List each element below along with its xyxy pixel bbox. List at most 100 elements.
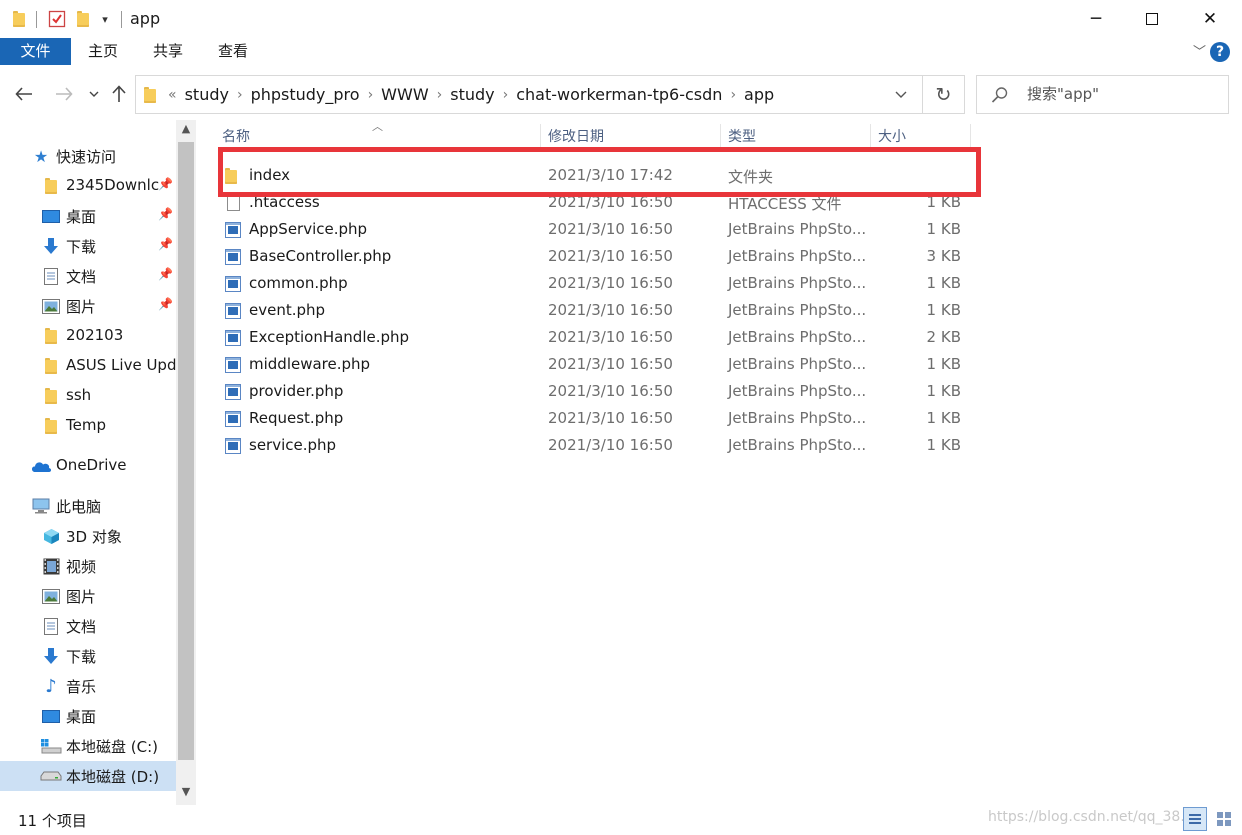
file-row[interactable]: common.php 2021/3/10 16:50 JetBrains Php… xyxy=(215,270,975,297)
file-row[interactable]: middleware.php 2021/3/10 16:50 JetBrains… xyxy=(215,351,975,378)
search-input[interactable] xyxy=(1025,84,1215,104)
maximize-button[interactable] xyxy=(1128,0,1176,38)
pin-icon[interactable]: 📌 xyxy=(158,177,173,191)
file-row[interactable]: ExceptionHandle.php 2021/3/10 16:50 JetB… xyxy=(215,324,975,351)
pin-icon[interactable]: 📌 xyxy=(158,207,173,221)
sidebar-item-temp[interactable]: Temp xyxy=(0,411,176,441)
pin-icon[interactable]: 📌 xyxy=(158,267,173,281)
scroll-down-arrow-icon[interactable]: ▼ xyxy=(176,785,196,803)
file-row[interactable]: AppService.php 2021/3/10 16:50 JetBrains… xyxy=(215,216,975,243)
file-name: Request.php xyxy=(249,409,344,427)
scrollbar-thumb[interactable] xyxy=(178,142,194,760)
search-icon xyxy=(991,87,1008,103)
sidebar-item-pc-documents[interactable]: 文档 xyxy=(0,611,176,641)
breadcrumb-item[interactable]: WWW xyxy=(377,85,432,104)
sidebar-item-2345downloads[interactable]: 2345Downlc 📌 xyxy=(0,171,176,201)
sidebar-item-onedrive[interactable]: OneDrive xyxy=(0,451,176,481)
sidebar-item-drive-c[interactable]: 本地磁盘 (C:) xyxy=(0,731,176,761)
title-bar: ▾ app ─ ✕ xyxy=(0,0,1242,38)
close-button[interactable]: ✕ xyxy=(1186,0,1234,38)
file-name: ExceptionHandle.php xyxy=(249,328,410,346)
php-file-icon xyxy=(225,276,241,292)
forward-arrow-icon[interactable] xyxy=(52,82,76,106)
sidebar-item-this-pc[interactable]: 此电脑 xyxy=(0,491,176,521)
scroll-up-arrow-icon[interactable]: ▲ xyxy=(176,122,196,140)
sidebar-item-label: 桌面 xyxy=(66,708,97,726)
breadcrumb-overflow[interactable]: « xyxy=(164,87,181,103)
file-name: event.php xyxy=(249,301,326,319)
tab-view[interactable]: 查看 xyxy=(208,38,258,65)
sidebar-item-ssh[interactable]: ssh xyxy=(0,381,176,411)
chevron-right-icon[interactable]: › xyxy=(726,87,740,103)
pin-icon[interactable]: 📌 xyxy=(158,297,173,311)
file-row[interactable]: provider.php 2021/3/10 16:50 JetBrains P… xyxy=(215,378,975,405)
file-name: middleware.php xyxy=(249,355,371,373)
chevron-right-icon[interactable]: › xyxy=(499,87,513,103)
download-icon xyxy=(42,647,60,664)
file-size: 1 KB xyxy=(926,382,961,400)
sidebar-item-documents[interactable]: 文档 📌 xyxy=(0,261,176,291)
file-row[interactable]: service.php 2021/3/10 16:50 JetBrains Ph… xyxy=(215,432,975,459)
sidebar-item-desktop[interactable]: 桌面 📌 xyxy=(0,201,176,231)
file-type: JetBrains PhpSto... xyxy=(728,301,867,319)
sidebar-item-pictures[interactable]: 图片 📌 xyxy=(0,291,176,321)
minimize-button[interactable]: ─ xyxy=(1072,0,1120,38)
chevron-right-icon[interactable]: › xyxy=(433,87,447,103)
chevron-right-icon[interactable]: › xyxy=(233,87,247,103)
sidebar-item-pc-desktop[interactable]: 桌面 xyxy=(0,701,176,731)
sidebar-item-3d-objects[interactable]: 3D 对象 xyxy=(0,521,176,551)
search-box[interactable] xyxy=(976,75,1229,114)
large-icons-view-icon[interactable] xyxy=(1212,807,1236,831)
breadcrumb-item[interactable]: study xyxy=(181,85,233,104)
minimize-icon: ─ xyxy=(1090,9,1102,29)
breadcrumb-item[interactable]: chat-workerman-tp6-csdn xyxy=(512,85,726,104)
file-name: provider.php xyxy=(249,382,344,400)
help-icon[interactable]: ? xyxy=(1210,42,1230,62)
file-size: 1 KB xyxy=(926,274,961,292)
sidebar-item-music[interactable]: ♪ 音乐 xyxy=(0,671,176,701)
file-size: 1 KB xyxy=(926,436,961,454)
refresh-icon[interactable]: ↻ xyxy=(922,76,964,113)
recent-locations-chevron-icon[interactable] xyxy=(86,82,102,106)
address-folder-icon xyxy=(144,86,156,103)
sidebar-item-videos[interactable]: 视频 xyxy=(0,551,176,581)
breadcrumb-item-current[interactable]: app xyxy=(740,85,778,104)
sidebar-item-quick-access[interactable]: ★ 快速访问 xyxy=(0,141,176,171)
breadcrumb-item[interactable]: phpstudy_pro xyxy=(247,85,364,104)
file-icon xyxy=(227,195,240,211)
sidebar-item-label: Temp xyxy=(66,416,106,434)
sidebar-item-pc-pictures[interactable]: 图片 xyxy=(0,581,176,611)
new-folder-icon[interactable] xyxy=(75,9,91,29)
sidebar-scrollbar[interactable]: ▲ ▼ xyxy=(176,120,196,805)
file-size: 3 KB xyxy=(926,247,961,265)
video-icon xyxy=(42,558,60,574)
breadcrumb-item[interactable]: study xyxy=(446,85,498,104)
qat-dropdown-icon[interactable]: ▾ xyxy=(99,9,111,29)
chevron-right-icon[interactable]: › xyxy=(364,87,378,103)
file-date: 2021/3/10 16:50 xyxy=(548,247,673,265)
file-row[interactable]: Request.php 2021/3/10 16:50 JetBrains Ph… xyxy=(215,405,975,432)
up-arrow-icon[interactable] xyxy=(108,82,130,106)
properties-check-icon[interactable] xyxy=(47,9,67,29)
file-row[interactable]: BaseController.php 2021/3/10 16:50 JetBr… xyxy=(215,243,975,270)
back-arrow-icon[interactable] xyxy=(12,82,36,106)
file-row[interactable]: event.php 2021/3/10 16:50 JetBrains PhpS… xyxy=(215,297,975,324)
cloud-icon xyxy=(30,458,52,474)
address-history-chevron-icon[interactable] xyxy=(886,76,916,113)
expand-ribbon-icon[interactable]: ﹀ xyxy=(1193,41,1206,60)
details-view-icon[interactable] xyxy=(1183,807,1207,831)
sidebar-item-pc-downloads[interactable]: 下载 xyxy=(0,641,176,671)
tab-home[interactable]: 主页 xyxy=(78,38,128,65)
sidebar-item-label: 图片 xyxy=(66,588,97,606)
sidebar-item-drive-d[interactable]: 本地磁盘 (D:) xyxy=(0,761,176,791)
sidebar-item-label: 桌面 xyxy=(66,208,97,226)
sidebar-item-label: ssh xyxy=(66,386,92,404)
pin-icon[interactable]: 📌 xyxy=(158,237,173,251)
tab-share[interactable]: 共享 xyxy=(143,38,193,65)
sidebar-item-asus-live-update[interactable]: ASUS Live Upd xyxy=(0,351,176,381)
sidebar-item-202103[interactable]: 202103 xyxy=(0,321,176,351)
address-bar[interactable]: « study › phpstudy_pro › WWW › study › c… xyxy=(135,75,965,114)
file-type: JetBrains PhpSto... xyxy=(728,355,867,373)
sidebar-item-downloads[interactable]: 下载 📌 xyxy=(0,231,176,261)
tab-file[interactable]: 文件 xyxy=(0,38,71,65)
